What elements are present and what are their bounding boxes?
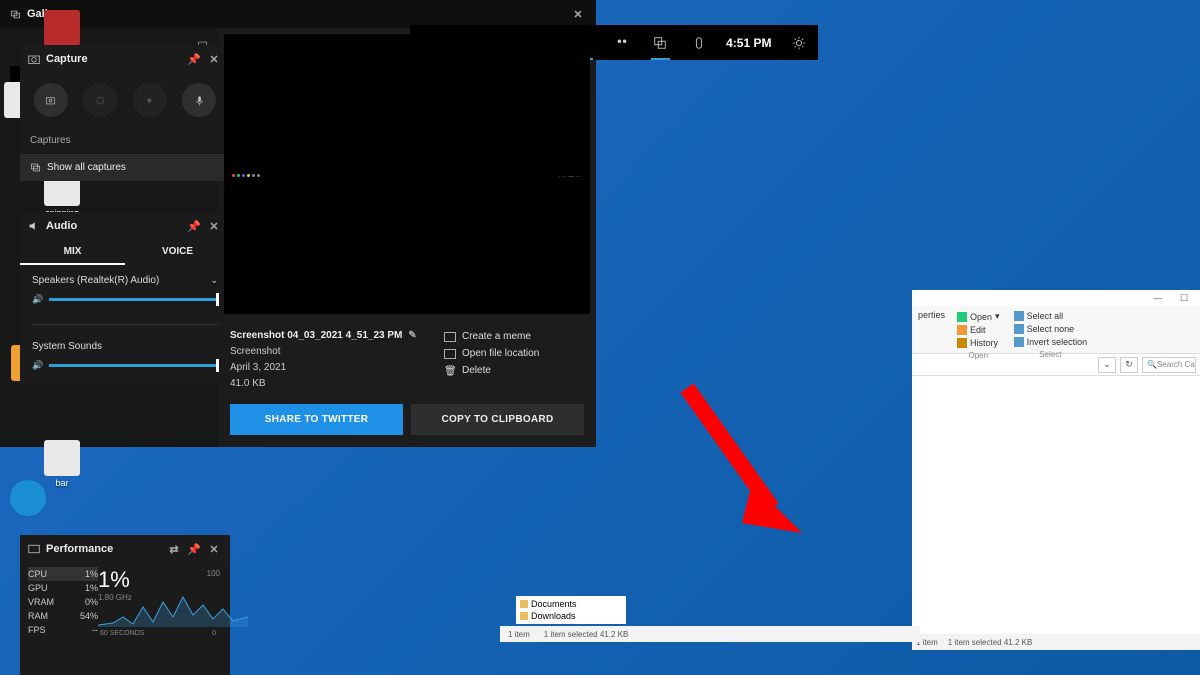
show-all-label: Show all captures [47, 162, 126, 173]
desktop-label: bar [55, 478, 68, 488]
ribbon-open[interactable]: Open ▾ [955, 310, 1002, 323]
capture-panel: Capture 📌 ✕ Captures Show all captures [20, 45, 230, 181]
delete-button[interactable]: 🗑Delete [444, 362, 584, 379]
gamebar-mouse-icon[interactable] [680, 25, 719, 60]
ribbon-history[interactable]: History [955, 337, 1002, 349]
tab-mix[interactable]: MIX [20, 240, 125, 265]
address-dropdown[interactable]: ⌄ [1098, 357, 1116, 373]
search-input[interactable]: 🔍 Search Ca [1142, 357, 1196, 373]
ribbon-properties[interactable]: perties [918, 310, 945, 320]
copy-clipboard-button[interactable]: COPY TO CLIPBOARD [411, 404, 584, 435]
gallery-file-name: Screenshot 04_03_2021 4_51_23 PM [230, 328, 402, 344]
close-icon[interactable]: ✕ [206, 218, 222, 234]
show-all-captures[interactable]: Show all captures [20, 154, 230, 181]
audio-title: Audio [46, 220, 77, 232]
captures-label: Captures [20, 131, 230, 154]
perf-title: Performance [46, 543, 113, 555]
gamebar-settings-icon[interactable] [779, 25, 818, 60]
mic-button[interactable] [182, 83, 216, 117]
explorer-sidebar-fragment: Documents Downloads [516, 596, 626, 624]
create-meme-button[interactable]: Create a meme [444, 328, 584, 345]
desktop-icon[interactable] [4, 480, 52, 518]
performance-icon [28, 543, 40, 555]
record-button[interactable] [133, 83, 167, 117]
ribbon-select-all[interactable]: Select all [1012, 310, 1090, 322]
gallery-file-size: 41.0 KB [230, 376, 444, 392]
close-icon[interactable]: ✕ [206, 51, 222, 67]
pin-icon[interactable]: 📌 [186, 541, 202, 557]
vram-label: VRAM [28, 597, 54, 607]
gallery-file-type: Screenshot [230, 344, 444, 360]
perf-graph [98, 587, 248, 627]
desktop-icon-pdf[interactable] [38, 10, 86, 48]
ribbon-group-open: Open [955, 349, 1002, 360]
status-selected: 1 item selected 41.2 KB [948, 638, 1033, 647]
cpu-value: 1% [85, 569, 98, 579]
status-selected: 1 item selected 41.2 KB [544, 630, 629, 639]
ram-label: RAM [28, 611, 48, 621]
audio-panel: Audio 📌 ✕ MIX VOICE Speakers (Realtek(R)… [20, 212, 230, 384]
tab-voice[interactable]: VOICE [125, 240, 230, 265]
gallery-file-date: April 3, 2021 [230, 360, 444, 376]
system-sounds-label: System Sounds [32, 341, 102, 352]
perf-axis-right: 0 [212, 630, 216, 637]
folder-icon [444, 349, 456, 359]
chevron-down-icon[interactable]: ⌄ [210, 275, 218, 286]
options-icon[interactable]: ⇄ [166, 541, 182, 557]
close-icon[interactable]: ✕ [570, 6, 586, 22]
refresh-button[interactable]: ↻ [1120, 357, 1138, 373]
gpu-label: GPU [28, 583, 48, 593]
edit-icon[interactable]: ✎ [408, 328, 416, 344]
explorer-status-bar: 1 item 1 item selected 41.2 KB [500, 626, 920, 642]
gallery-icon [10, 9, 21, 20]
vram-value: 0% [85, 597, 98, 607]
speaker-icon: 🔊 [32, 294, 43, 305]
fps-label: FPS [28, 625, 46, 635]
speaker-icon: 🔊 [32, 360, 43, 371]
cpu-label: CPU [28, 569, 47, 579]
record-last-button[interactable] [83, 83, 117, 117]
ribbon-edit[interactable]: Edit [955, 324, 1002, 336]
trash-icon: 🗑 [444, 366, 456, 376]
performance-panel: Performance ⇄ 📌 ✕ CPU 1% GPU 1% VRAM 0% RAM… [20, 535, 230, 675]
ribbon-group-select: Select [1012, 348, 1090, 359]
system-sounds-slider[interactable]: 🔊 [32, 358, 218, 372]
capture-title: Capture [46, 53, 88, 65]
sidebar-item-downloads[interactable]: Downloads [520, 610, 622, 622]
status-count: 1 item [508, 630, 530, 639]
sidebar-item-documents[interactable]: Documents [520, 598, 622, 610]
perf-axis-left: 60 SECONDS [100, 630, 144, 637]
gallery-icon [30, 162, 41, 173]
maximize-button[interactable]: ☐ [1172, 292, 1196, 304]
screenshot-button[interactable] [34, 83, 68, 117]
gallery-preview: ···· — ··· [224, 34, 590, 314]
gamebar-social-icon[interactable] [603, 25, 642, 60]
ribbon-invert-selection[interactable]: Invert selection [1012, 336, 1090, 348]
pin-icon[interactable]: 📌 [186, 218, 202, 234]
gamebar-gallery-icon[interactable] [641, 25, 680, 60]
annotation-arrow [672, 378, 812, 548]
audio-icon [28, 220, 40, 232]
share-twitter-button[interactable]: SHARE TO TWITTER [230, 404, 403, 435]
open-file-location-button[interactable]: Open file location [444, 345, 584, 362]
minimize-button[interactable]: ― [1146, 292, 1170, 304]
pin-icon[interactable]: 📌 [186, 51, 202, 67]
file-explorer: ― ☐ perties Open ▾ Edit History Open Sel… [912, 290, 1200, 650]
gpu-value: 1% [85, 583, 98, 593]
meme-icon [444, 332, 456, 342]
speakers-slider[interactable]: 🔊 [32, 292, 218, 306]
ram-value: 54% [80, 611, 98, 621]
speakers-label: Speakers (Realtek(R) Audio) [32, 275, 159, 286]
close-icon[interactable]: ✕ [206, 541, 222, 557]
gamebar-time: 4:51 PM [718, 36, 779, 50]
perf-max: 100 [207, 569, 220, 578]
camera-icon [28, 53, 40, 65]
ribbon-select-none[interactable]: Select none [1012, 323, 1090, 335]
